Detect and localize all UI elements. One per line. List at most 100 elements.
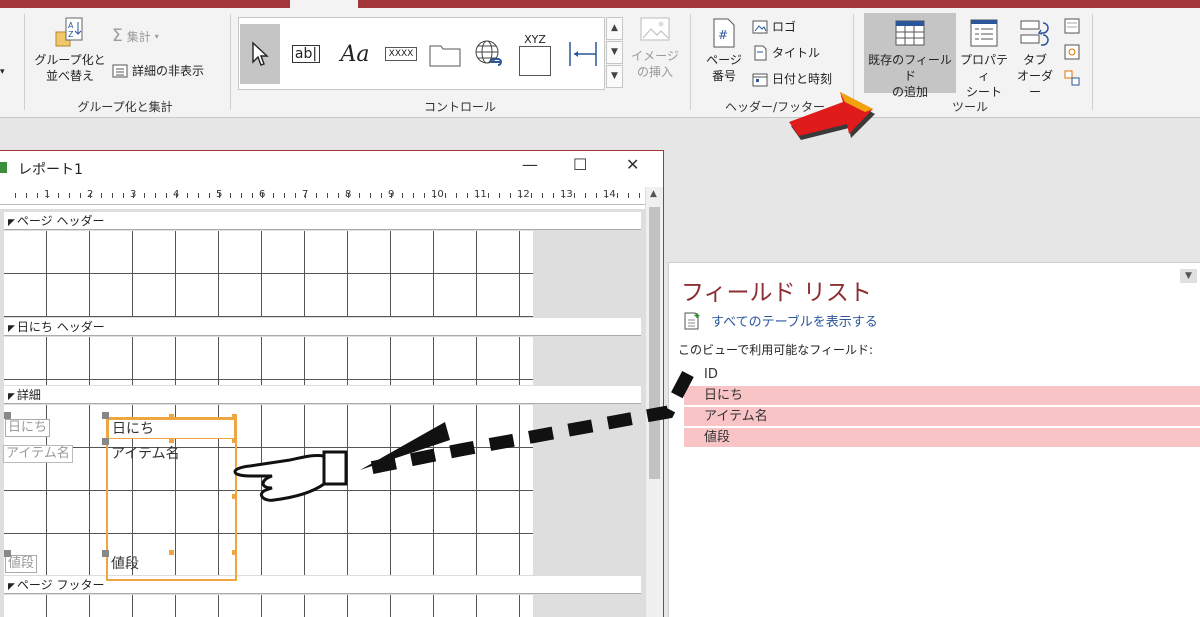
move-handle[interactable] <box>102 550 109 557</box>
ruler-tick <box>305 193 307 198</box>
move-handle[interactable] <box>102 438 109 445</box>
move-handle[interactable] <box>4 550 11 557</box>
label-price[interactable]: 値段 <box>5 555 38 573</box>
ruler-tick <box>262 193 264 198</box>
label-item-name[interactable]: アイテム名 <box>3 445 73 463</box>
hide-details-button[interactable]: 詳細の非表示 <box>112 62 204 79</box>
gallery-up-icon[interactable]: ▲ <box>606 17 623 40</box>
page-footer-grid[interactable] <box>4 595 533 617</box>
property-sheet-icon <box>970 19 998 47</box>
totals-button: Σ 集計 ▾ <box>112 26 159 46</box>
active-tab-marker[interactable] <box>290 0 358 8</box>
button-tool[interactable]: XXXX <box>381 34 421 74</box>
ruler-tick <box>79 193 81 198</box>
group-label-controls: コントロール <box>423 100 496 114</box>
title-button[interactable]: タイトル <box>752 44 820 61</box>
ruler-tick <box>552 193 554 198</box>
datetime-button[interactable]: 日付と時刻 <box>752 70 832 87</box>
textbox-tool[interactable]: ab| <box>286 34 326 74</box>
gallery-down-icon[interactable]: ▼ <box>606 41 623 64</box>
ruler-tick <box>208 193 210 198</box>
select-pointer-tool[interactable] <box>240 24 280 84</box>
section-marker-icon: ◤ <box>8 392 15 402</box>
maximize-icon[interactable]: ☐ <box>573 155 587 174</box>
ruler-number: 13 <box>560 189 573 200</box>
field-item-price[interactable]: 値段 <box>684 428 1200 447</box>
ruler-tick <box>434 193 436 198</box>
field-item-id[interactable]: ID <box>684 365 1200 384</box>
resize-handle[interactable] <box>169 414 174 419</box>
ruler-tick <box>445 193 446 198</box>
ruler-tick <box>101 193 102 198</box>
title-icon <box>754 45 767 60</box>
property-sheet-button[interactable]: プロパティ シート <box>956 18 1012 100</box>
ribbon-tab-strip <box>0 0 1200 8</box>
gallery-scroller[interactable]: ▲ ▼ ▼ <box>606 17 623 90</box>
gallery-more-icon[interactable]: ▼ <box>606 65 623 88</box>
section-marker-icon: ◤ <box>8 218 15 228</box>
resize-handle[interactable] <box>169 550 174 555</box>
page-number-label: ページ 番号 <box>706 53 742 83</box>
pane-menu-chevron-icon[interactable]: ▼ <box>1180 269 1197 283</box>
ruler-tick <box>531 193 532 198</box>
minimize-icon[interactable]: — <box>522 155 538 174</box>
group-label-tools: ツール <box>951 100 988 114</box>
svg-text:Z: Z <box>68 30 74 39</box>
tab-order-icon <box>1020 20 1049 46</box>
section-bar-group-header[interactable]: ◤ 日にち ヘッダー <box>4 317 641 336</box>
xyz-label: XYZ <box>524 32 546 46</box>
ruler-tick <box>230 193 231 198</box>
ruler-tick <box>574 193 575 198</box>
tab-order-label: タブ オーダー <box>1016 53 1053 99</box>
ruler-tick <box>197 193 199 198</box>
section-marker-icon: ◤ <box>8 324 15 334</box>
field-item-date[interactable]: 日にち <box>684 386 1200 405</box>
ruler-tick <box>122 193 124 198</box>
ruler-tick <box>595 193 597 198</box>
ruler-tick <box>617 193 618 198</box>
section-marker-icon: ◤ <box>8 582 15 592</box>
resize-handle[interactable] <box>232 550 237 555</box>
close-icon[interactable]: ✕ <box>626 155 639 174</box>
page-break-tool[interactable] <box>563 34 603 74</box>
section-label: ページ ヘッダー <box>16 214 105 228</box>
tab-control-tool[interactable] <box>425 34 465 74</box>
scroll-up-icon[interactable]: ▲ <box>650 189 657 199</box>
ruler-tick <box>283 193 285 198</box>
page-number-button[interactable]: # ページ 番号 <box>700 18 748 84</box>
section-bar-page-footer[interactable]: ◤ ページ フッター <box>4 575 641 594</box>
resize-handle[interactable] <box>169 438 174 443</box>
field-item-item-name[interactable]: アイテム名 <box>684 407 1200 426</box>
page-break-icon <box>569 42 597 66</box>
tab-order-button[interactable]: タブ オーダー <box>1012 18 1058 100</box>
ruler-tick <box>369 193 371 198</box>
page-header-grid[interactable] <box>4 231 533 317</box>
drag-annotation <box>233 370 694 502</box>
hyperlink-tool[interactable] <box>469 34 509 74</box>
group-sort-label: グループ化と 並べ替え <box>34 53 106 83</box>
label-date[interactable]: 日にち <box>5 419 51 437</box>
move-handle[interactable] <box>102 412 109 419</box>
convert-macros-button[interactable] <box>1064 70 1080 86</box>
show-all-tables-link[interactable]: すべてのテーブルを表示する <box>683 311 878 330</box>
web-browser-tool[interactable]: XYZ <box>515 24 555 84</box>
ribbon-separator <box>690 14 691 110</box>
collapsed-menu-chevron[interactable]: ▾ <box>0 64 5 80</box>
subform-button[interactable] <box>1064 18 1080 34</box>
sigma-icon: Σ <box>112 26 123 46</box>
add-table-icon <box>684 312 700 329</box>
textbox-date[interactable]: 日にち <box>108 419 235 439</box>
ruler-tick <box>326 193 328 198</box>
pointing-hand-icon <box>233 450 348 502</box>
insert-image-button: イメージ の挿入 <box>627 16 683 80</box>
label-tool[interactable]: Aa <box>335 34 375 74</box>
logo-button[interactable]: ロゴ <box>752 18 796 35</box>
ruler-tick <box>58 193 59 198</box>
textbox-item-name[interactable]: アイテム名 <box>108 445 235 553</box>
group-sort-button[interactable]: AZ グループ化と 並べ替え <box>34 16 106 84</box>
report-icon <box>0 162 7 173</box>
section-bar-page-header[interactable]: ◤ ページ ヘッダー <box>4 211 641 230</box>
move-handle[interactable] <box>4 412 11 419</box>
textbox-price[interactable]: 値段 <box>108 555 235 573</box>
view-code-button[interactable] <box>1064 44 1080 60</box>
